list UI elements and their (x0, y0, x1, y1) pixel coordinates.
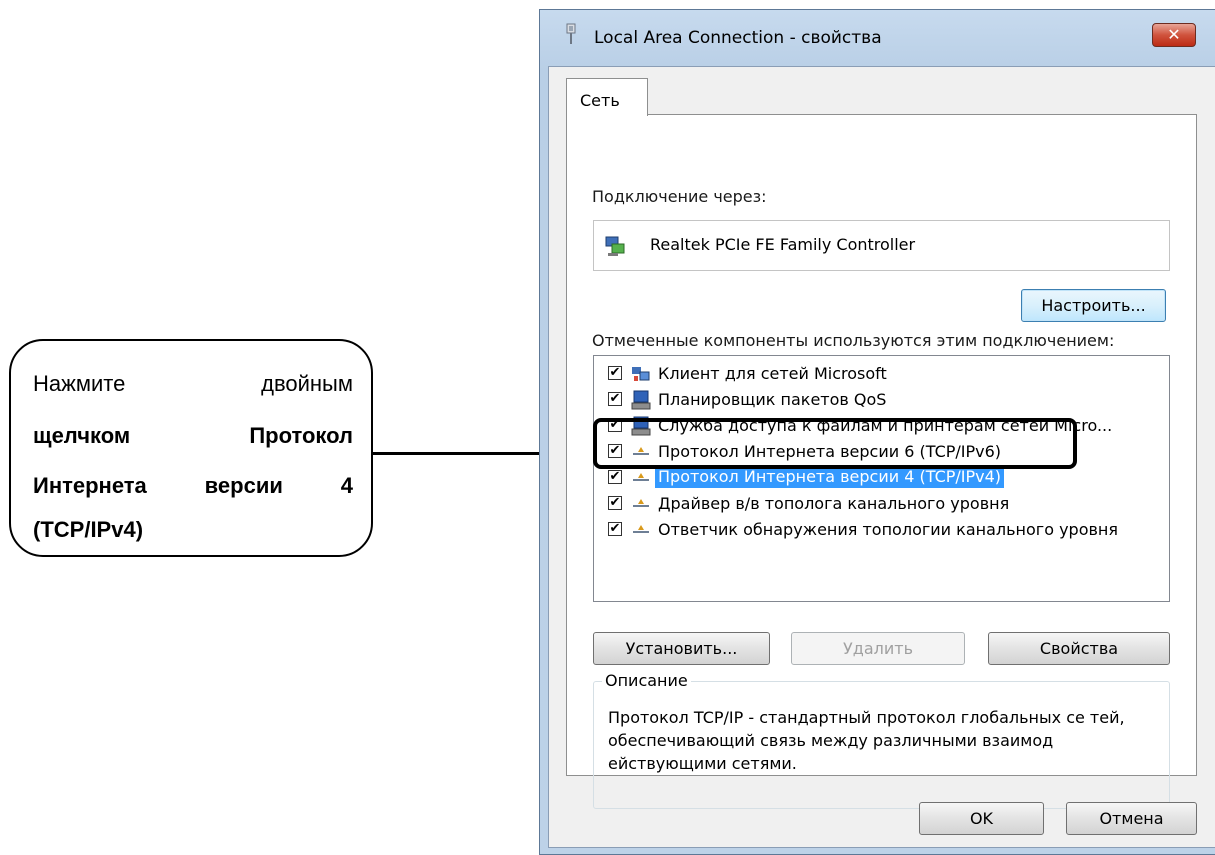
network-connection-icon (566, 23, 576, 44)
title-bar[interactable]: Local Area Connection - свойства ✕ (540, 10, 1215, 66)
callout-word: двойным (261, 371, 353, 396)
callout-word: (TCP/IPv4) (33, 517, 144, 542)
tab-network[interactable]: Сеть (566, 78, 648, 116)
components-list: ✔ Клиент для сетей Microsoft ✔ Планировщ… (593, 355, 1170, 602)
callout-line-2: щелчком Протокол (33, 423, 353, 449)
component-label: Планировщик пакетов QoS (658, 390, 887, 409)
close-button[interactable]: ✕ (1152, 23, 1196, 47)
list-item[interactable]: ✔ Драйвер в/в тополога канального уровня (594, 491, 1169, 517)
window-title: Local Area Connection - свойства (594, 28, 882, 48)
instruction-callout: Нажмите двойным щелчком Протокол Интерне… (9, 339, 373, 557)
install-button[interactable]: Установить... (593, 632, 770, 665)
callout-word: Интернета (33, 473, 147, 498)
configure-button[interactable]: Настроить... (1021, 289, 1166, 322)
components-label: Отмеченные компоненты используются этим … (592, 331, 1115, 350)
description-title: Описание (602, 671, 691, 690)
protocol-icon (633, 473, 649, 481)
protocol-icon (633, 499, 649, 507)
connect-via-label: Подключение через: (592, 187, 767, 206)
network-adapter-icon (605, 236, 625, 256)
component-label: Ответчик обнаружения топологии канальног… (658, 520, 1118, 539)
adapter-box: Realtek PCIe FE Family Controller (593, 220, 1170, 271)
description-group: Описание Протокол TCP/IP - стандартный п… (593, 671, 1170, 809)
callout-word: версии (204, 473, 283, 498)
callout-word: щелчком (33, 423, 131, 448)
description-text: Протокол TCP/IP - стандартный протокол г… (608, 708, 1125, 773)
component-checkbox[interactable]: ✔ (608, 522, 622, 536)
callout-word: 4 (340, 473, 353, 498)
callout-line-1: Нажмите двойным (33, 371, 353, 397)
component-checkbox[interactable]: ✔ (608, 392, 622, 406)
computer-service-icon (631, 390, 651, 410)
highlight-frame (593, 418, 1077, 469)
remove-button[interactable]: Удалить (791, 632, 965, 665)
component-checkbox[interactable]: ✔ (608, 496, 622, 510)
component-checkbox[interactable]: ✔ (608, 366, 622, 380)
adapter-name: Realtek PCIe FE Family Controller (650, 235, 916, 254)
protocol-icon (633, 525, 649, 533)
component-checkbox[interactable]: ✔ (608, 470, 622, 484)
component-label: Протокол Интернета версии 4 (TCP/IPv4) (655, 466, 1005, 488)
list-item[interactable]: ✔ Планировщик пакетов QoS (594, 387, 1169, 413)
list-item[interactable]: ✔ Ответчик обнаружения топологии канальн… (594, 517, 1169, 543)
component-label: Клиент для сетей Microsoft (658, 364, 887, 383)
callout-line-3: Интернета версии 4 (33, 473, 353, 499)
component-label: Драйвер в/в тополога канального уровня (658, 494, 1010, 513)
network-client-icon (632, 367, 650, 381)
list-item[interactable]: ✔ Клиент для сетей Microsoft (594, 361, 1169, 387)
properties-button[interactable]: Свойства (988, 632, 1170, 665)
cancel-button[interactable]: Отмена (1066, 802, 1197, 835)
ok-button[interactable]: OK (919, 802, 1044, 835)
callout-word: Нажмите (33, 371, 126, 396)
callout-line-4: (TCP/IPv4) (33, 517, 353, 543)
close-icon: ✕ (1167, 25, 1181, 44)
tab-label: Сеть (580, 91, 620, 110)
callout-word: Протокол (249, 423, 353, 448)
